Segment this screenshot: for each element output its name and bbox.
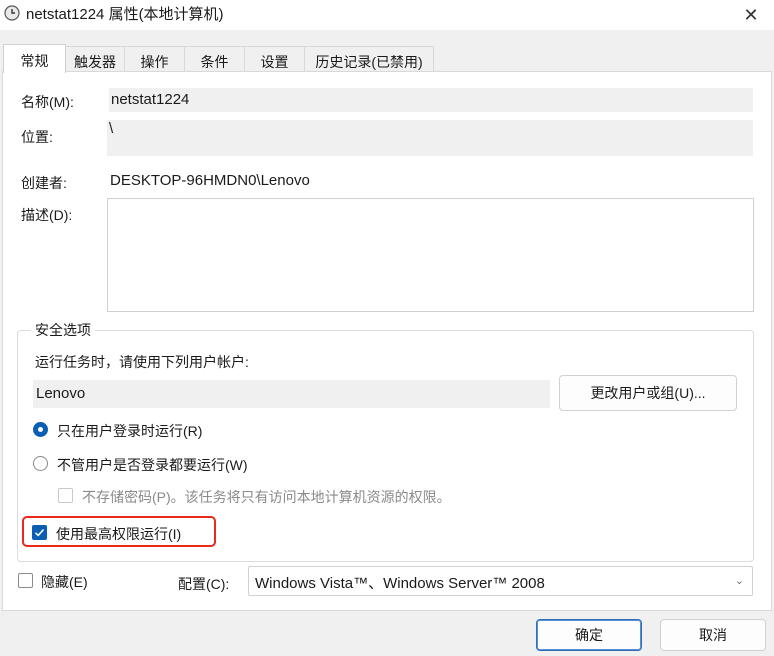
- tab-history[interactable]: 历史记录(已禁用): [304, 46, 434, 72]
- configure-select[interactable]: Windows Vista™、Windows Server™ 2008 ⌄: [248, 566, 753, 596]
- title-bar: netstat1224 属性(本地计算机) ✕: [0, 0, 774, 30]
- author-label: 创建者:: [21, 175, 67, 191]
- description-label: 描述(D):: [21, 207, 73, 223]
- hidden-checkbox[interactable]: [18, 573, 33, 588]
- location-label: 位置:: [21, 129, 53, 145]
- run-logged-on-label[interactable]: 只在用户登录时运行(R): [57, 421, 202, 441]
- author-value: DESKTOP-96HMDN0\Lenovo: [110, 172, 310, 189]
- tab-strip: 常规 触发器 操作 条件 设置 历史记录(已禁用): [0, 44, 774, 73]
- name-label: 名称(M):: [21, 94, 74, 110]
- configure-value: Windows Vista™、Windows Server™ 2008: [255, 575, 545, 592]
- location-field: \: [107, 120, 753, 156]
- do-not-store-password-label: 不存储密码(P)。该任务将只有访问本地计算机资源的权限。: [82, 489, 451, 505]
- description-input[interactable]: [107, 198, 754, 312]
- tab-conditions[interactable]: 条件: [184, 46, 245, 72]
- ok-button[interactable]: 确定: [536, 619, 642, 651]
- highlight-box: [22, 516, 216, 547]
- hidden-label[interactable]: 隐藏(E): [41, 572, 88, 592]
- security-options-title: 安全选项: [31, 320, 95, 340]
- chevron-down-icon: ⌄: [734, 575, 744, 587]
- tab-triggers[interactable]: 触发器: [65, 46, 125, 72]
- tab-actions[interactable]: 操作: [124, 46, 185, 72]
- cancel-button[interactable]: 取消: [660, 619, 766, 651]
- name-field[interactable]: netstat1224: [109, 88, 753, 112]
- do-not-store-password-checkbox: [58, 488, 73, 503]
- run-whether-logged-label[interactable]: 不管用户是否登录都要运行(W): [57, 455, 248, 475]
- tab-general[interactable]: 常规: [3, 44, 66, 73]
- tab-settings[interactable]: 设置: [244, 46, 305, 72]
- close-icon[interactable]: ✕: [728, 0, 774, 30]
- account-prompt: 运行任务时，请使用下列用户帐户:: [35, 354, 249, 370]
- window-title: netstat1224 属性(本地计算机): [26, 6, 224, 23]
- change-user-button[interactable]: 更改用户或组(U)...: [559, 375, 737, 411]
- run-logged-on-radio[interactable]: [33, 422, 48, 437]
- task-clock-icon: [4, 5, 20, 21]
- configure-label: 配置(C):: [178, 576, 230, 592]
- user-account-field: Lenovo: [33, 380, 550, 408]
- run-whether-logged-radio[interactable]: [33, 456, 48, 471]
